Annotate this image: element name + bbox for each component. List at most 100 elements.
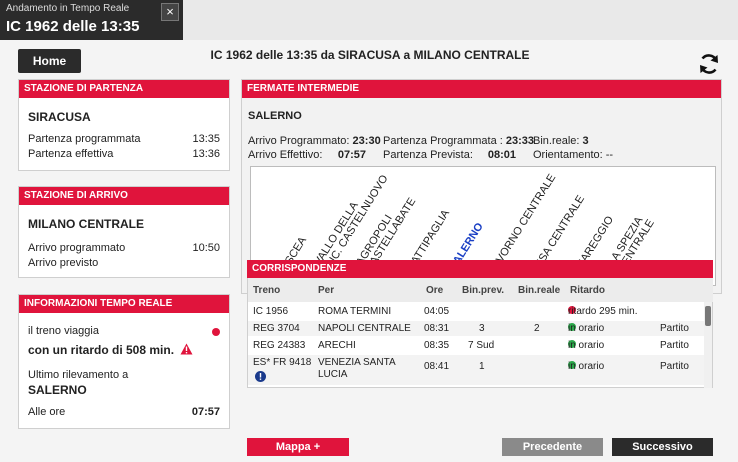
main-content: Home IC 1962 delle 13:35 da SIRACUSA a M… [0,40,738,462]
realtime-travel-label: il treno viaggia [28,325,99,337]
realtime-panel: INFORMAZIONI TEMPO REALE il treno viaggi… [18,294,230,429]
realtime-time-row: Alle ore 07:57 [28,406,220,418]
connections-table: Treno Per Ore Bin.prev. Bin.reale Ritard… [247,278,713,388]
next-button[interactable]: Successivo [612,438,713,456]
arrival-station: MILANO CENTRALE [28,217,144,231]
warning-icon [180,343,193,355]
dep-sched-row: Partenza Programmata : 23:33 [383,135,534,147]
row-to-line2: LUCIA [318,369,348,380]
connections-table-head: Treno Per Ore Bin.prev. Bin.reale Ritard… [248,278,713,302]
row-to: ARECHI [318,340,356,351]
stops-header: FERMATE INTERMEDIE [242,80,721,98]
col-time: Ore [426,285,444,296]
arr-sched-label: Arrivo Programmato: [248,135,350,147]
row-bin-prev: 1 [479,361,485,372]
realtime-travel-row: il treno viaggia [28,325,220,337]
window-title: IC 1962 delle 13:35 [6,18,140,35]
row-note: Partito [660,323,689,334]
window-tab[interactable]: Andamento in Tempo Reale IC 1962 delle 1… [0,0,183,40]
arrival-scheduled-time: 10:50 [192,242,220,254]
row-train: REG 3704 [253,323,300,334]
row-bin-prev: 7 Sud [468,340,495,351]
row-train: ES* FR 9418 [253,357,312,368]
table-row[interactable]: REG 3704 NAPOLI CENTRALE 08:31 3 2 in or… [248,321,704,336]
row-note: Partito [660,361,689,372]
row-delay: ritardo 295 min. [568,306,638,317]
app-name: Andamento in Tempo Reale [6,3,130,14]
row-train: IC 1956 [253,306,289,317]
col-delay: Ritardo [570,285,605,296]
departure-scheduled-row: Partenza programmata 13:35 [28,133,220,145]
departure-header: STAZIONE DI PARTENZA [19,80,229,98]
orientation-row: Orientamento: -- [533,149,613,161]
title-bar-background [183,0,738,40]
row-bin-real: 2 [534,323,540,334]
row-time: 08:31 [424,323,450,334]
row-to: NAPOLI CENTRALE [318,323,411,334]
realtime-last-detection-label: Ultimo rilevamento a [28,369,129,381]
dep-sched-value: 23:33 [505,135,535,147]
page-title: IC 1962 delle 13:35 da SIRACUSA a MILANO… [210,48,530,62]
departure-scheduled-label: Partenza programmata [28,133,141,145]
realtime-delay-row: con un ritardo di 508 min. [28,343,220,357]
arrival-scheduled-row: Arrivo programmato 10:50 [28,242,220,254]
table-row[interactable]: REG 24383 ARECHI 08:35 7 Sud in orario P… [248,338,704,353]
departure-station: SIRACUSA [28,110,91,124]
row-train: REG 24383 [253,340,306,351]
status-dot-icon [212,327,220,339]
connections-header: CORRISPONDENZE [247,260,713,278]
departure-actual-label: Partenza effettiva [28,148,114,160]
departure-panel: STAZIONE DI PARTENZA SIRACUSA Partenza p… [18,79,230,171]
arr-actual-row: Arrivo Effettivo: 07:57 [248,149,366,161]
dep-expected-label: Partenza Prevista: [383,149,473,161]
row-to: VENEZIA SANTA [318,357,396,368]
row-delay: in orario [568,361,605,372]
previous-button[interactable]: Precedente [502,438,603,456]
realtime-header: INFORMAZIONI TEMPO REALE [19,295,229,313]
row-time: 08:35 [424,340,450,351]
col-to: Per [318,285,335,296]
orientation-label: Orientamento: [533,149,603,161]
arr-sched-value: 23:30 [352,135,381,147]
arrival-header: STAZIONE DI ARRIVO [19,187,229,205]
realtime-time-value: 07:57 [191,406,220,418]
home-button[interactable]: Home [18,49,81,73]
row-time: 08:41 [424,361,450,372]
row-time: 04:05 [424,306,450,317]
arrival-expected-label: Arrivo previsto [28,257,99,269]
scrollbar-thumb[interactable] [705,306,711,326]
dep-expected-row: Partenza Prevista: 08:01 [383,149,516,161]
col-bin-real: Bin.reale [518,285,561,296]
map-button[interactable]: Mappa + [247,438,349,456]
orientation-value: -- [605,149,614,161]
table-row[interactable]: IC 1956 ROMA TERMINI 04:05 ritardo 295 m… [248,304,704,319]
refresh-icon[interactable] [697,52,721,76]
arr-actual-label: Arrivo Effettivo: [248,149,323,161]
dep-expected-value: 08:01 [487,149,516,161]
arrival-panel: STAZIONE DI ARRIVO MILANO CENTRALE Arriv… [18,186,230,278]
stops-station: SALERNO [248,110,302,122]
departure-scheduled-time: 13:35 [192,133,220,145]
arr-actual-value: 07:57 [337,149,366,161]
info-icon[interactable] [255,371,266,382]
table-row[interactable]: ES* FR 9418 VENEZIA SANTA LUCIA 08:41 1 … [248,355,704,385]
realtime-last-station: SALERNO [28,383,87,397]
departure-actual-row: Partenza effettiva 13:36 [28,148,220,160]
platform-value: 3 [582,135,589,147]
row-delay: in orario [568,323,605,334]
row-note: Partito [660,340,689,351]
row-delay: in orario [568,340,605,351]
platform-row: Bin.reale: 3 [533,135,589,147]
arrival-scheduled-label: Arrivo programmato [28,242,126,254]
arr-sched-row: Arrivo Programmato: 23:30 [248,135,381,147]
realtime-delay-text: con un ritardo di 508 min. [28,343,175,357]
dep-sched-label: Partenza Programmata : [383,135,503,147]
departure-actual-time: 13:36 [192,148,220,160]
col-train: Treno [253,285,281,296]
row-bin-prev: 3 [479,323,485,334]
platform-label: Bin.reale: [533,135,580,147]
row-to: ROMA TERMINI [318,306,392,317]
close-button[interactable]: × [161,3,179,21]
col-bin-prev: Bin.prev. [462,285,505,296]
arrival-expected-row: Arrivo previsto [28,257,220,269]
